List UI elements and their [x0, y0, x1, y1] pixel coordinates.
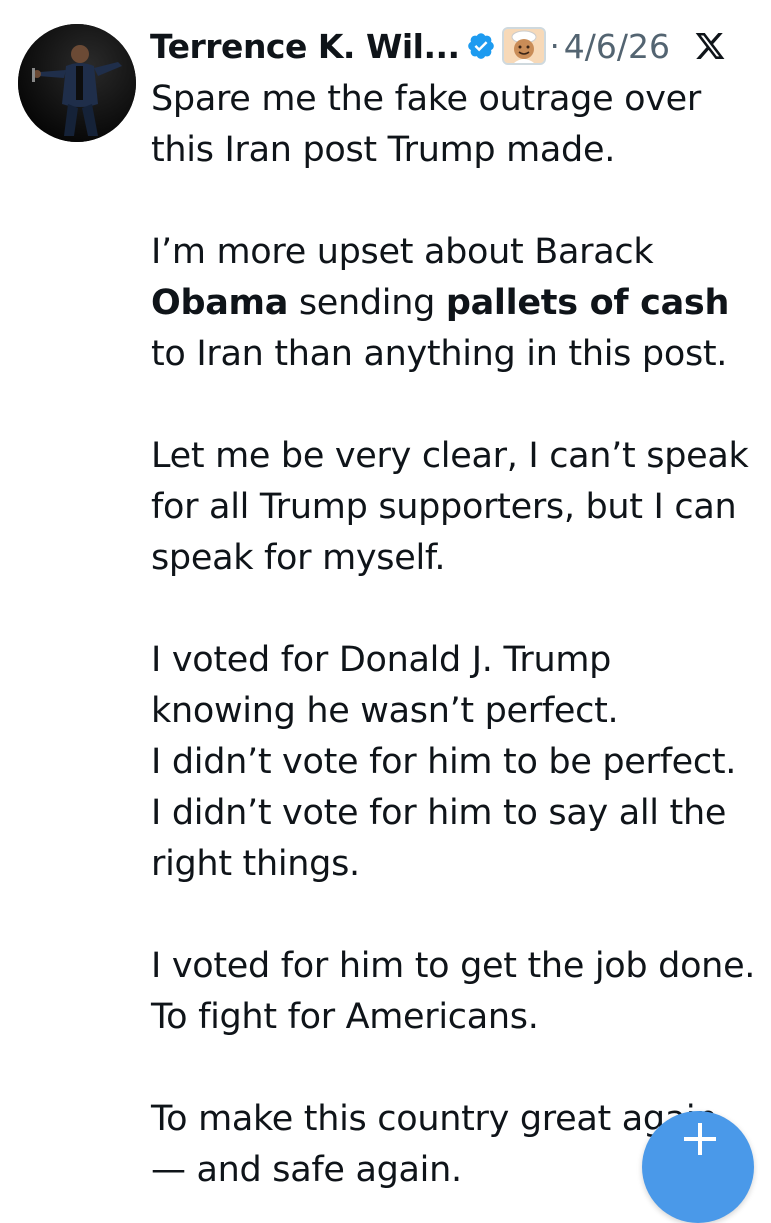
- text-segment: I voted for Donald J. Trump: [151, 640, 612, 680]
- text-segment: I didn’t vote for him to say all the: [151, 793, 727, 833]
- text-line: for all Trump supporters, but I can: [151, 482, 766, 533]
- text-line: I didn’t vote for him to say all the: [151, 788, 766, 839]
- text-line: I’m more upset about Barack: [151, 227, 766, 278]
- verified-badge-icon: [466, 31, 496, 61]
- text-segment: To fight for Americans.: [151, 997, 539, 1037]
- avatar[interactable]: [18, 24, 136, 142]
- text-line: this Iran post Trump made.: [151, 125, 766, 176]
- text-line: I didn’t vote for him to be perfect.: [151, 737, 766, 788]
- text-segment: this Iran post Trump made.: [151, 130, 616, 170]
- text-line: Obama sending pallets of cash: [151, 278, 766, 329]
- text-segment: sending: [288, 283, 446, 323]
- text-segment: I didn’t vote for him to be perfect.: [151, 742, 737, 782]
- bold-text: pallets of cash: [445, 283, 730, 323]
- affiliate-badge-icon[interactable]: [501, 27, 546, 65]
- text-segment: — and safe again.: [151, 1150, 462, 1190]
- text-segment: I voted for him to get the job done.: [151, 946, 756, 986]
- text-line: Spare me the fake outrage over: [151, 74, 766, 125]
- text-segment: speak for myself.: [151, 538, 446, 578]
- text-segment: Let me be very clear, I can’t speak: [151, 436, 749, 476]
- avatar-image: [18, 24, 136, 142]
- date-separator: ·: [549, 27, 560, 65]
- text-segment: to Iran than anything in this post.: [151, 334, 728, 374]
- text-segment: Spare me the fake outrage over: [151, 79, 702, 119]
- compose-post-button[interactable]: [642, 1111, 754, 1223]
- text-line: right things.: [151, 839, 766, 890]
- post-header: Terrence K. Wil... · 4/6/26: [150, 18, 760, 74]
- text-segment: To make this country great again: [151, 1099, 718, 1139]
- text-segment: for all Trump supporters, but I can: [151, 487, 737, 527]
- x-logo-icon[interactable]: [694, 30, 726, 62]
- text-segment: knowing he wasn’t perfect.: [151, 691, 619, 731]
- text-line: To fight for Americans.: [151, 992, 766, 1043]
- author-name[interactable]: Terrence K. Wil...: [150, 27, 460, 66]
- text-line: knowing he wasn’t perfect.: [151, 686, 766, 737]
- text-segment: right things.: [151, 844, 360, 884]
- text-line: speak for myself.: [151, 533, 766, 584]
- text-line: I voted for him to get the job done.: [151, 941, 766, 992]
- text-line: to Iran than anything in this post.: [151, 329, 766, 380]
- bold-text: Obama: [151, 283, 289, 323]
- text-segment: I’m more upset about Barack: [151, 232, 654, 272]
- plus-icon: [684, 1123, 716, 1155]
- post-text: Spare me the fake outrage over this Iran …: [151, 74, 766, 1196]
- text-line: I voted for Donald J. Trump: [151, 635, 766, 686]
- text-line: Let me be very clear, I can’t speak: [151, 431, 766, 482]
- post-date[interactable]: 4/6/26: [564, 27, 670, 66]
